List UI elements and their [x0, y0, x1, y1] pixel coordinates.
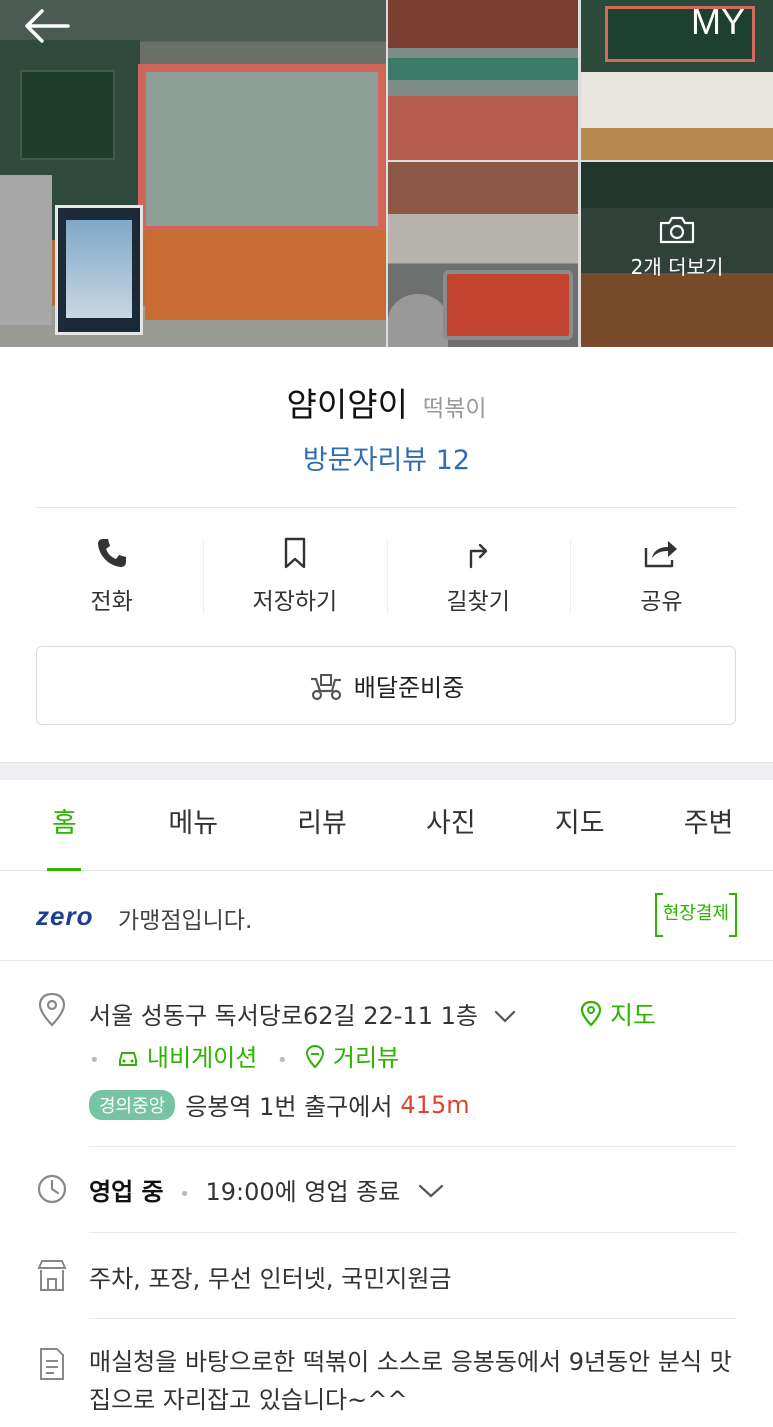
navigation-link[interactable]: 내비게이션 — [117, 1044, 265, 1072]
place-header: 얌이얌이 떡볶이 — [0, 378, 773, 426]
call-label: 전화 — [90, 589, 133, 615]
save-label: 저장하기 — [252, 589, 338, 615]
tab-photo[interactable]: 사진 — [386, 781, 515, 870]
location-pin-icon — [38, 992, 66, 1027]
address-text: 서울 성동구 독서당로62길 22-11 1층 — [89, 1002, 478, 1030]
section-separator — [0, 762, 773, 780]
delivery-scooter-icon — [310, 673, 341, 700]
hours-row[interactable]: 영업 중 • 19:00에 영업 종료 — [89, 1172, 444, 1207]
map-link[interactable]: 지도 — [580, 996, 656, 1032]
call-button[interactable]: 전화 — [20, 530, 203, 620]
chevron-down-icon — [494, 1010, 515, 1023]
photo-gallery[interactable]: MY 2개 더보기 — [0, 0, 773, 347]
subway-distance: 415m — [400, 1090, 470, 1119]
camera-icon — [659, 216, 695, 244]
share-label: 공유 — [640, 589, 683, 615]
more-photos-button[interactable]: 2개 더보기 — [581, 215, 773, 280]
hours-status: 영업 중 — [89, 1178, 164, 1206]
map-link-label: 지도 — [609, 1001, 656, 1030]
subway-line-badge: 경의중앙 — [89, 1089, 176, 1120]
zeropay-logo: zero — [36, 901, 93, 932]
delivery-button[interactable]: 배달준비중 — [36, 646, 736, 725]
tab-map[interactable]: 지도 — [515, 781, 644, 870]
visitor-review-link[interactable]: 방문자리뷰 12 — [0, 438, 773, 477]
amenities-text: 주차, 포장, 무선 인터넷, 국민지원금 — [89, 1265, 452, 1293]
place-category: 떡볶이 — [423, 396, 487, 422]
action-bar: 전화 저장하기 길찾기 공유 — [20, 530, 753, 620]
onsite-payment-badge: 현장결제 — [654, 893, 738, 937]
bookmark-icon — [284, 537, 306, 569]
hours-detail: 19:00에 영업 종료 — [205, 1178, 401, 1206]
divider — [36, 507, 737, 508]
divider — [89, 1146, 737, 1147]
tab-menu[interactable]: 메뉴 — [129, 781, 258, 870]
zeropay-logo-text: zero — [36, 901, 94, 931]
back-button[interactable] — [24, 8, 74, 44]
tab-nearby[interactable]: 주변 — [644, 781, 773, 870]
clock-icon — [37, 1174, 67, 1204]
navigation-label: 내비게이션 — [146, 1044, 258, 1072]
streetview-label: 거리뷰 — [332, 1044, 400, 1072]
bullet-dot: • — [179, 1184, 190, 1205]
directions-button[interactable]: 길찾기 — [386, 530, 570, 620]
bullet-dot: • — [89, 1050, 100, 1071]
place-name: 얌이얌이 — [286, 385, 408, 424]
chevron-down-icon — [418, 1184, 444, 1198]
photo-thumbnail[interactable] — [388, 0, 578, 160]
tab-home[interactable]: 홈 — [0, 781, 129, 871]
document-icon — [40, 1348, 64, 1380]
delivery-label: 배달준비중 — [353, 674, 465, 702]
directions-icon — [469, 543, 488, 569]
arrow-left-icon — [25, 9, 70, 43]
photo-thumbnail[interactable] — [388, 162, 578, 347]
address-row[interactable]: 서울 성동구 독서당로62길 22-11 1층 — [89, 996, 516, 1031]
save-button[interactable]: 저장하기 — [203, 530, 386, 620]
share-button[interactable]: 공유 — [569, 530, 753, 620]
main-photo[interactable] — [0, 0, 386, 347]
car-icon — [119, 1052, 138, 1066]
streetview-link[interactable]: 거리뷰 — [305, 1044, 399, 1072]
store-icon — [37, 1260, 67, 1291]
tab-review[interactable]: 리뷰 — [258, 781, 387, 870]
my-button[interactable]: MY — [691, 2, 745, 42]
tab-bar: 홈 메뉴 리뷰 사진 지도 주변 — [0, 781, 773, 871]
map-pin-icon — [580, 1000, 602, 1027]
zeropay-text: 가맹점입니다. — [118, 908, 253, 934]
zeropay-row: zero 가맹점입니다. 현장결제 — [0, 871, 773, 961]
navigation-links: • 내비게이션 • 거리뷰 — [89, 1038, 399, 1073]
subway-info: 경의중앙 응봉역 1번 출구에서 415m — [89, 1087, 470, 1122]
subway-station-text: 응봉역 1번 출구에서 — [185, 1093, 393, 1121]
more-photos-label: 2개 더보기 — [630, 255, 724, 279]
share-icon — [645, 541, 678, 568]
divider — [89, 1232, 737, 1233]
divider — [89, 1318, 737, 1319]
directions-label: 길찾기 — [446, 589, 510, 615]
phone-icon — [97, 539, 126, 567]
place-description: 매실청을 바탕으로한 떡볶이 소스로 응봉동에서 9년동안 분식 맛집으로 자리… — [89, 1348, 732, 1414]
streetview-pin-icon — [306, 1044, 325, 1069]
bullet-dot: • — [276, 1050, 288, 1071]
